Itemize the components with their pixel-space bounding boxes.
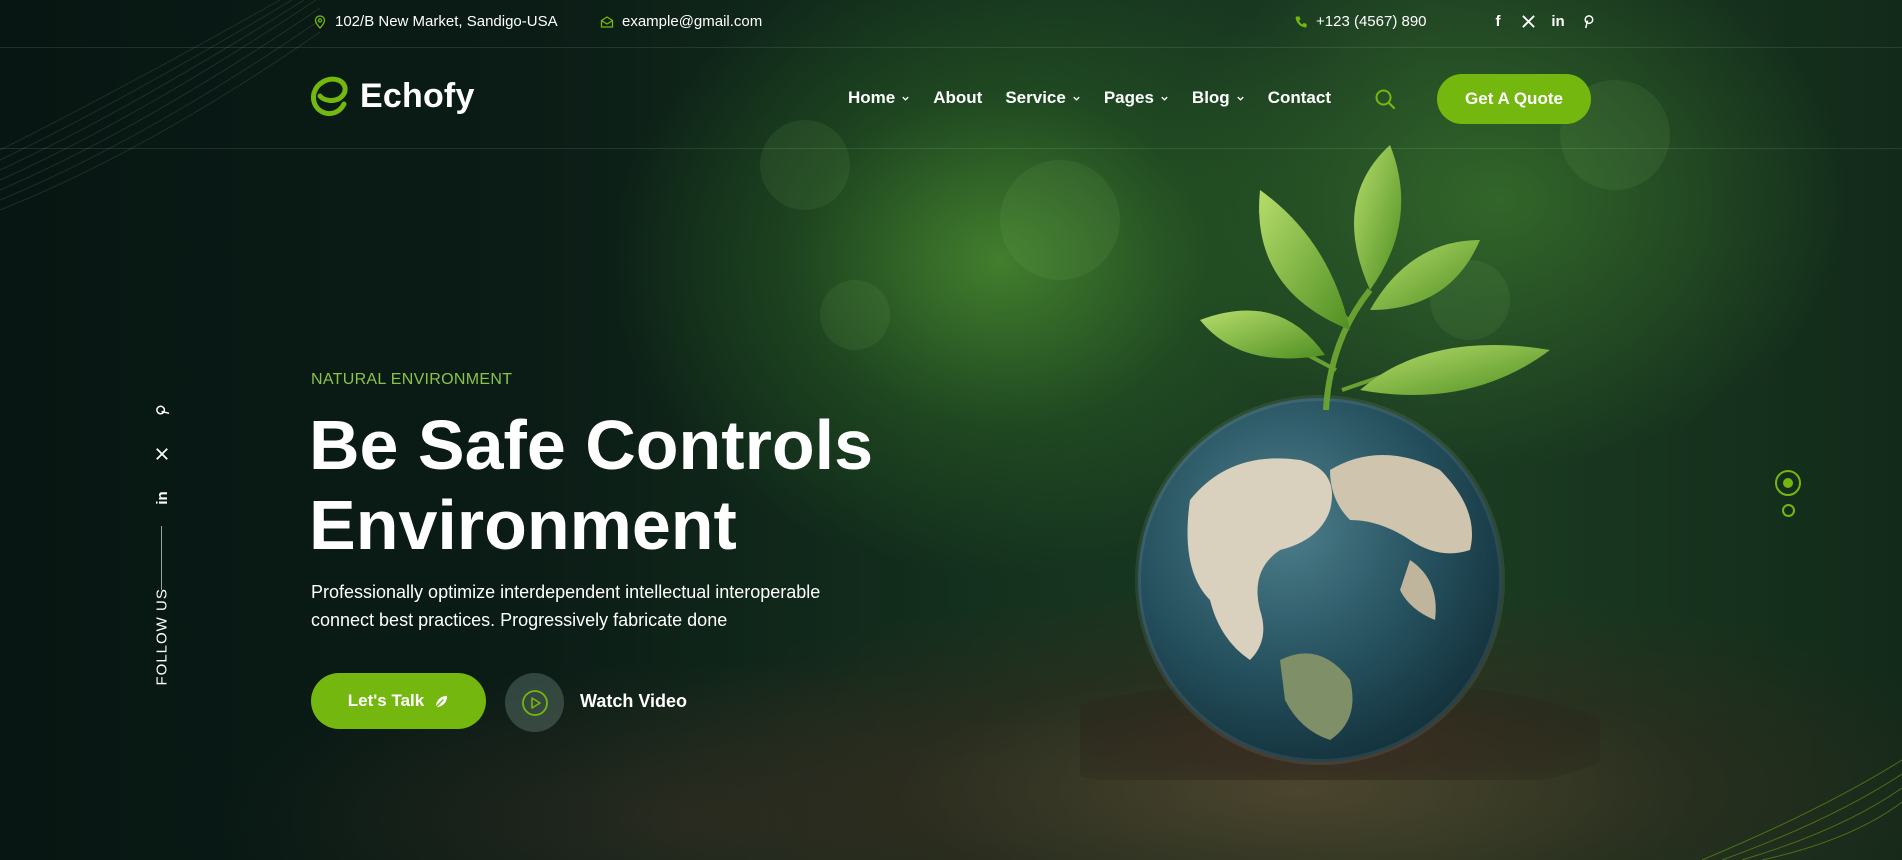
hero-eyebrow: NATURAL ENVIRONMENT [311, 371, 513, 388]
slider-dot[interactable] [1782, 504, 1795, 517]
main-nav: Home About Service Pages Blog Contact [848, 88, 1331, 108]
email-item[interactable]: example@gmail.com [600, 13, 762, 30]
hero-description: Professionally optimize interdependent i… [311, 578, 871, 634]
logo[interactable]: Echofy [310, 74, 475, 118]
pinterest-icon[interactable] [1580, 13, 1596, 29]
hero-description-line: connect best practices. Progressively fa… [311, 610, 728, 630]
slider-dot-active[interactable] [1775, 470, 1801, 496]
nav-item-about[interactable]: About [933, 88, 982, 108]
lets-talk-label: Let's Talk [347, 691, 425, 710]
address-text: 102/B New Market, Sandigo-USA [335, 13, 558, 30]
linkedin-icon[interactable]: in [152, 488, 172, 508]
topbar: 102/B New Market, Sandigo-USA example@gm… [0, 0, 1902, 48]
phone-icon [1295, 16, 1307, 28]
logo-text: Echofy [360, 76, 475, 115]
map-pin-icon [314, 14, 326, 29]
globe-plant-illustration [1080, 145, 1600, 780]
nav-item-pages[interactable]: Pages [1104, 88, 1169, 108]
x-icon[interactable] [152, 444, 172, 464]
search-icon[interactable] [1374, 88, 1396, 110]
nav-item-contact[interactable]: Contact [1268, 88, 1331, 108]
nav-label: Pages [1103, 88, 1154, 107]
chevron-down-icon [1161, 96, 1168, 101]
nav-item-blog[interactable]: Blog [1192, 88, 1245, 108]
chevron-down-icon [1237, 96, 1244, 101]
nav-label: Home [848, 88, 896, 107]
linkedin-icon[interactable]: in [1550, 13, 1566, 30]
hero-title: Be Safe Controls Environment [309, 405, 929, 565]
lets-talk-button[interactable]: Let's Talk [311, 673, 486, 729]
x-icon[interactable] [1520, 13, 1536, 29]
nav-label: Service [1005, 88, 1066, 107]
pinterest-icon[interactable] [152, 400, 172, 420]
address-item: 102/B New Market, Sandigo-USA [313, 13, 558, 30]
nav-label: Contact [1267, 88, 1331, 107]
leaf-icon [435, 695, 448, 708]
watch-video-link[interactable]: Watch Video [580, 691, 687, 712]
facebook-icon[interactable]: f [1490, 13, 1506, 30]
play-video-button[interactable] [505, 673, 564, 732]
nav-label: Blog [1191, 88, 1230, 107]
chevron-down-icon [902, 96, 909, 101]
topbar-socials: f in [1490, 13, 1596, 30]
nav-item-service[interactable]: Service [1005, 88, 1081, 108]
play-icon [521, 689, 548, 716]
envelope-icon [600, 15, 614, 28]
hero-description-line: Professionally optimize interdependent i… [311, 582, 821, 602]
main-header: Echofy Home About Service Pages Blog Con… [0, 48, 1902, 149]
phone-item[interactable]: +123 (4567) 890 [1294, 13, 1427, 30]
nav-item-home[interactable]: Home [848, 88, 910, 108]
get-quote-button[interactable]: Get A Quote [1437, 74, 1591, 124]
chevron-down-icon [1073, 96, 1080, 101]
email-text[interactable]: example@gmail.com [622, 13, 762, 30]
phone-text[interactable]: +123 (4567) 890 [1316, 13, 1427, 30]
follow-us-rail: in FOLLOW US [150, 400, 174, 700]
bokeh-light [820, 280, 890, 350]
follow-us-label: FOLLOW US [153, 588, 171, 686]
follow-divider [161, 526, 162, 590]
logo-mark-icon [311, 76, 348, 117]
hero-title-line: Be Safe Controls [309, 406, 873, 484]
nav-label: About [933, 88, 983, 107]
decorative-arc-lines [1701, 759, 1902, 860]
hero-title-line: Environment [309, 486, 737, 564]
